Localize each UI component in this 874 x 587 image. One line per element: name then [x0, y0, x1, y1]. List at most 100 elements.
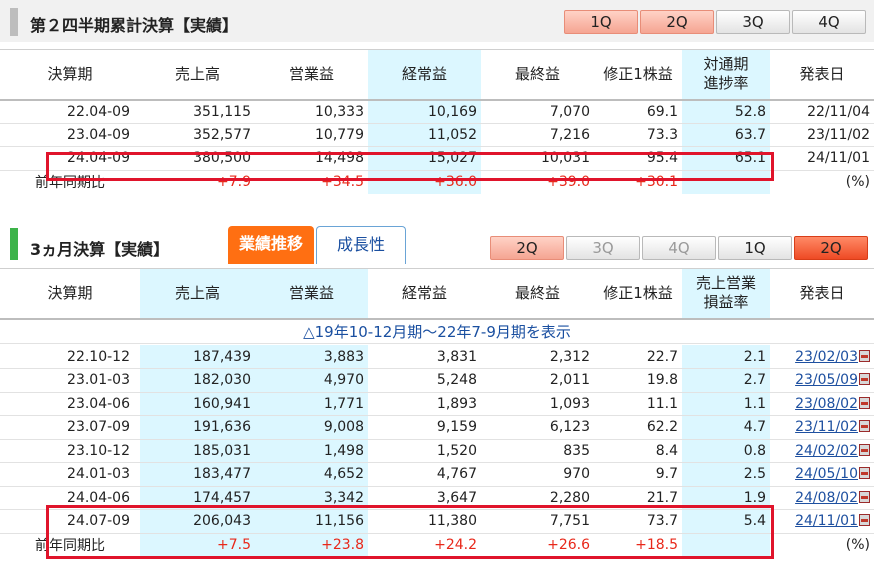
- s2-cell: 24.04-06: [0, 486, 140, 510]
- s2-cell: 3,831: [368, 345, 481, 369]
- s2-tab-1q[interactable]: 1Q: [718, 236, 792, 260]
- s1-cell: 380,500: [140, 146, 255, 171]
- s2-tab-2q-active[interactable]: 2Q: [794, 236, 868, 260]
- s1-yoy-cell: [682, 170, 770, 194]
- s2-yoy-cell: (%): [845, 537, 870, 553]
- announcement-date-link[interactable]: 24/08/02: [795, 490, 858, 506]
- announcement-date-link[interactable]: 23/11/02: [795, 419, 858, 435]
- s2-cell: 185,031: [140, 439, 255, 463]
- s2-col-margin-line2: 損益率: [703, 293, 749, 312]
- s2-cell: 5.4: [682, 509, 770, 534]
- s2-col-ordinary: 経常益: [368, 268, 481, 319]
- s2-row: 23.07-09 191,636 9,008 9,159 6,123 62.2 4.7 23/…: [0, 415, 874, 440]
- s1-col-date: 発表日: [770, 49, 874, 100]
- tab-performance[interactable]: 業績推移: [228, 226, 314, 264]
- s2-cell: 174,457: [140, 486, 255, 510]
- s2-yoy-row: 前年同期比 +7.5 +23.8 +24.2 +26.6 +18.5 (%): [0, 533, 874, 557]
- s1-cell: 23/11/02: [770, 123, 874, 147]
- s1-yoy-cell: +39.0: [547, 174, 590, 190]
- s1-cell: 10,031: [481, 146, 594, 171]
- s2-tab-4q[interactable]: 4Q: [642, 236, 716, 260]
- s1-cell: 22/11/04: [770, 99, 874, 124]
- pdf-icon[interactable]: [859, 373, 870, 386]
- announcement-date-link[interactable]: 24/02/02: [795, 443, 858, 459]
- pdf-icon[interactable]: [859, 349, 870, 362]
- pdf-icon[interactable]: [859, 420, 870, 433]
- s1-row: 23.04-09 352,577 10,779 11,052 7,216 73.3 63.7…: [0, 123, 874, 147]
- s2-row: 24.04-06 174,457 3,342 3,647 2,280 21.7 1.9 24/…: [0, 486, 874, 510]
- s2-cell: 1.1: [682, 392, 770, 416]
- pdf-icon[interactable]: [859, 467, 870, 480]
- s2-cell: 182,030: [140, 368, 255, 393]
- s1-col-operating: 営業益: [255, 49, 368, 100]
- tab-growth[interactable]: 成長性: [316, 226, 406, 264]
- announcement-date-link[interactable]: 23/02/03: [795, 349, 858, 365]
- pdf-icon[interactable]: [859, 396, 870, 409]
- pdf-icon[interactable]: [859, 514, 870, 527]
- s1-cell: 14,498: [255, 146, 368, 171]
- s1-cell: 23.04-09: [0, 123, 140, 147]
- show-older-periods-link[interactable]: △19年10-12月期～22年7-9月期を表示: [0, 320, 874, 344]
- s2-col-date: 発表日: [770, 268, 874, 319]
- s2-cell: 11,156: [255, 509, 368, 534]
- s2-cell: 22.10-12: [0, 345, 140, 369]
- s2-col-period: 決算期: [0, 268, 140, 319]
- s1-cell: 7,070: [481, 99, 594, 124]
- s2-cell: 1,520: [368, 439, 481, 463]
- s2-date-cell: 23/02/03: [770, 345, 874, 369]
- s2-cell: 0.8: [682, 439, 770, 463]
- s2-date-cell: 24/02/02: [770, 439, 874, 463]
- announcement-date-link[interactable]: 23/05/09: [795, 372, 858, 388]
- s2-cell: 62.2: [594, 415, 682, 440]
- s2-yoy-label: 前年同期比: [35, 538, 105, 554]
- s2-cell: 1,498: [255, 439, 368, 463]
- pdf-icon[interactable]: [859, 490, 870, 503]
- s2-col-eps: 修正1株益: [594, 268, 682, 319]
- s2-cell: 11,380: [368, 509, 481, 534]
- s1-yoy-label: 前年同期比: [35, 175, 105, 191]
- s1-yoy-cell: +7.9: [217, 174, 251, 190]
- s1-yoy-cell: +36.0: [368, 170, 481, 194]
- s2-cell: 23.04-06: [0, 392, 140, 416]
- s2-cell: 8.4: [594, 439, 682, 463]
- s2-cell: 5,248: [368, 368, 481, 393]
- s1-cell: 10,779: [255, 123, 368, 147]
- s1-tab-2q[interactable]: 2Q: [640, 10, 714, 34]
- s2-cell: 4,767: [368, 462, 481, 487]
- pdf-icon[interactable]: [859, 443, 870, 456]
- section2-header-row: 決算期 売上高 営業益 経常益 最終益 修正1株益 売上営業 損益率 発表日: [0, 268, 874, 319]
- section2-bar: [10, 228, 18, 260]
- s2-row: 22.10-12 187,439 3,883 3,831 2,312 22.7 2.1 23/…: [0, 345, 874, 369]
- s1-tab-4q[interactable]: 4Q: [792, 10, 866, 34]
- announcement-date-link[interactable]: 23/08/02: [795, 396, 858, 412]
- s2-cell: 2.7: [682, 368, 770, 393]
- s2-cell: 1,771: [255, 392, 368, 416]
- s1-tab-3q[interactable]: 3Q: [716, 10, 790, 34]
- announcement-date-link[interactable]: 24/11/01: [795, 513, 858, 529]
- s2-row: 24.07-09 206,043 11,156 11,380 7,751 73.7 5.4 2…: [0, 509, 874, 534]
- s2-cell: 2,011: [481, 368, 594, 393]
- s2-yoy-cell: +7.5: [140, 533, 255, 557]
- s2-tab-2q-a[interactable]: 2Q: [490, 236, 564, 260]
- s2-cell: 187,439: [140, 345, 255, 369]
- s2-cell: 23.10-12: [0, 439, 140, 463]
- s2-yoy-cell: +23.8: [255, 533, 368, 557]
- s2-cell: 21.7: [594, 486, 682, 510]
- s1-col-sales: 売上高: [140, 49, 255, 100]
- s2-row: 24.01-03 183,477 4,652 4,767 970 9.7 2.5 24/05/…: [0, 462, 874, 487]
- s1-yoy-cell: +34.5: [321, 174, 364, 190]
- s2-yoy-cell: +18.5: [635, 537, 678, 553]
- s2-cell: 835: [481, 439, 594, 463]
- s1-tab-1q[interactable]: 1Q: [564, 10, 638, 34]
- s2-row: 23.04-06 160,941 1,771 1,893 1,093 11.1 1.1 23/…: [0, 392, 874, 416]
- s2-cell: 3,342: [255, 486, 368, 510]
- section1-title: 第２四半期累計決算【実績】: [30, 16, 239, 35]
- s1-cell: 22.04-09: [0, 99, 140, 124]
- s2-cell: 4,970: [255, 368, 368, 393]
- s1-col-ordinary: 経常益: [368, 49, 481, 100]
- s2-col-sales: 売上高: [140, 268, 255, 319]
- s2-tab-3q[interactable]: 3Q: [566, 236, 640, 260]
- s2-col-margin: 売上営業 損益率: [682, 268, 770, 319]
- s1-cell: 7,216: [481, 123, 594, 147]
- announcement-date-link[interactable]: 24/05/10: [795, 466, 858, 482]
